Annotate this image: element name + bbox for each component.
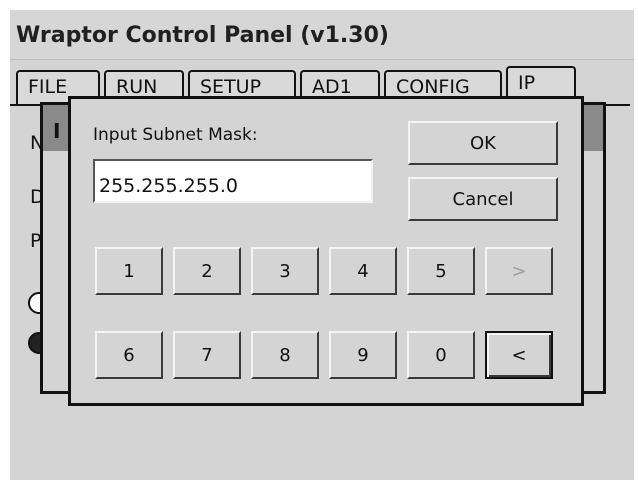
- keypad-key-8[interactable]: 8: [251, 331, 319, 379]
- keypad-key-2[interactable]: 2: [173, 247, 241, 295]
- keypad-key-1[interactable]: 1: [95, 247, 163, 295]
- chevron-right-icon: >: [511, 260, 527, 282]
- ok-button[interactable]: OK: [408, 121, 558, 165]
- cancel-button[interactable]: Cancel: [408, 177, 558, 221]
- window-title: Wraptor Control Panel (v1.30): [16, 23, 389, 48]
- keypad-key-5[interactable]: 5: [407, 247, 475, 295]
- subnet-mask-prompt: Input Subnet Mask:: [93, 125, 258, 145]
- cursor-forward-button[interactable]: >: [485, 247, 553, 295]
- subnet-mask-input[interactable]: [93, 159, 373, 203]
- keypad-key-7[interactable]: 7: [173, 331, 241, 379]
- chevron-left-icon: <: [511, 344, 527, 366]
- title-bar: Wraptor Control Panel (v1.30): [10, 10, 634, 60]
- keypad-key-4[interactable]: 4: [329, 247, 397, 295]
- keypad-key-3[interactable]: 3: [251, 247, 319, 295]
- keypad-key-0[interactable]: 0: [407, 331, 475, 379]
- backspace-button[interactable]: <: [485, 331, 553, 379]
- keypad-key-9[interactable]: 9: [329, 331, 397, 379]
- background-dialog-title: I: [53, 119, 61, 143]
- keypad-key-6[interactable]: 6: [95, 331, 163, 379]
- screen: Wraptor Control Panel (v1.30) FILE RUN S…: [0, 0, 638, 485]
- subnet-mask-dialog: Input Subnet Mask: OK Cancel 1 2 3 4 5 >…: [68, 96, 584, 406]
